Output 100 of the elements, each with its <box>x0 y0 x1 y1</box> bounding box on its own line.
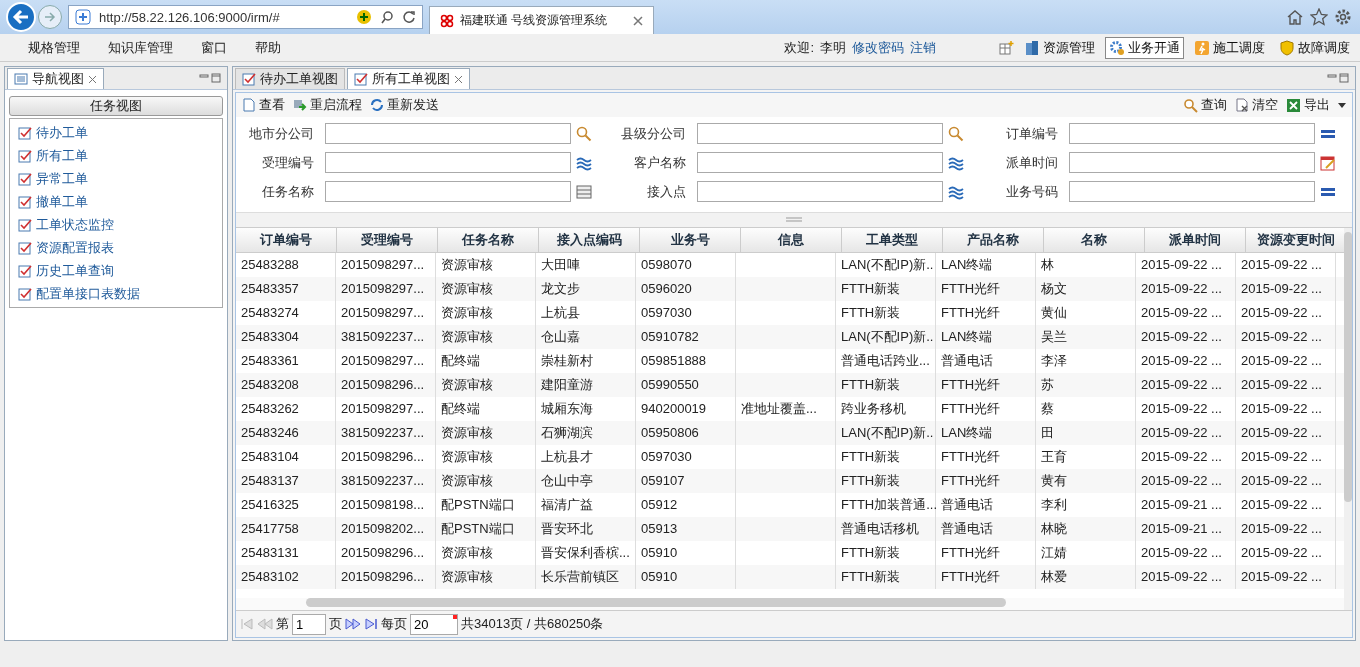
page-size-input[interactable]: 20 <box>410 613 458 635</box>
view-tab[interactable]: 所有工单视图 <box>347 68 470 89</box>
input-field[interactable] <box>1069 181 1315 202</box>
column-header[interactable]: 订单编号 <box>236 228 337 252</box>
scrollbar-thumb[interactable] <box>306 598 1006 607</box>
document-icon <box>1235 98 1249 112</box>
column-header[interactable]: 接入点编码 <box>539 228 640 252</box>
action-button[interactable]: 导出 <box>1286 96 1330 114</box>
table-cell: FTTH新装 <box>841 545 901 560</box>
input-field[interactable] <box>697 181 943 202</box>
input-field[interactable] <box>697 123 943 144</box>
nav-item[interactable]: 待办工单 <box>10 121 222 144</box>
table-cell: 0597030 <box>641 305 692 320</box>
table-cell: 25483361 <box>241 353 299 368</box>
table-cell: FTTH加装普通... <box>841 497 938 512</box>
settings-icon[interactable] <box>1334 8 1352 26</box>
table-cell: LAN(不配IP)新.. <box>841 257 934 272</box>
menu-item[interactable]: 帮助 <box>255 38 281 57</box>
column-header[interactable]: 工单类型 <box>842 228 943 252</box>
maximize-icon[interactable] <box>1339 73 1349 83</box>
table-cell: 仓山嘉 <box>541 329 580 344</box>
refresh-icon[interactable] <box>402 10 416 24</box>
toolbar-button[interactable]: 重启流程 <box>293 96 362 114</box>
panel-tab[interactable]: 导航视图 <box>7 68 104 89</box>
scrollbar-thumb[interactable] <box>1344 232 1352 502</box>
input-field[interactable] <box>325 152 571 173</box>
caret-icon[interactable] <box>1338 101 1346 109</box>
first-page-icon[interactable] <box>240 618 254 630</box>
section-header[interactable]: 任务视图 <box>9 96 223 116</box>
table-cell: LAN(不配IP)新.. <box>841 425 934 440</box>
close-icon[interactable] <box>88 74 97 84</box>
column-header[interactable]: 名称 <box>1044 228 1145 252</box>
search-icon[interactable] <box>380 10 394 24</box>
toolbar-button[interactable]: 查看 <box>242 96 285 114</box>
column-header[interactable]: 产品名称 <box>943 228 1044 252</box>
last-page-icon[interactable] <box>364 618 378 630</box>
previous-page-icon[interactable] <box>257 618 273 630</box>
page-input[interactable]: 1 <box>292 613 326 635</box>
table-cell: 龙文步 <box>541 281 580 296</box>
table-cell: 3815092237... <box>341 425 425 440</box>
module-button[interactable]: 故障调度 <box>1275 36 1354 59</box>
table-cell: 2015-09-22 ... <box>1241 329 1322 344</box>
table-cell: 石狮湖滨 <box>541 425 593 440</box>
table-cell: 25483357 <box>241 281 299 296</box>
table-cell: 2015-09-21 ... <box>1141 497 1222 512</box>
nav-item[interactable]: 历史工单查询 <box>10 259 222 282</box>
user-link[interactable]: 注销 <box>910 38 936 57</box>
close-icon[interactable] <box>633 15 643 26</box>
menu-item[interactable]: 窗口 <box>201 38 227 57</box>
column-header[interactable]: 信息 <box>741 228 842 252</box>
layout-icon[interactable] <box>998 39 1014 56</box>
table-icon[interactable] <box>576 183 592 200</box>
action-button[interactable]: 查询 <box>1183 96 1227 114</box>
nav-item[interactable]: 资源配置报表 <box>10 236 222 259</box>
shield-icon <box>75 9 91 25</box>
user-link[interactable]: 修改密码 <box>852 38 904 57</box>
menu-item[interactable]: 知识库管理 <box>108 38 173 57</box>
home-icon[interactable] <box>1286 8 1304 26</box>
back-button[interactable] <box>6 2 36 32</box>
module-button[interactable]: 施工调度 <box>1190 36 1269 59</box>
module-button[interactable]: 资源管理 <box>1020 36 1099 59</box>
arrow-icon <box>293 98 307 112</box>
action-button[interactable]: 清空 <box>1235 96 1278 114</box>
input-field[interactable] <box>1069 152 1315 173</box>
input-field[interactable] <box>1069 123 1315 144</box>
column-header[interactable]: 任务名称 <box>438 228 539 252</box>
calendar-icon[interactable] <box>1320 154 1336 171</box>
input-field[interactable] <box>325 123 571 144</box>
browser-tab[interactable]: 福建联通 号线资源管理系统 <box>429 6 654 34</box>
maximize-icon[interactable] <box>211 73 221 83</box>
close-icon[interactable] <box>454 74 463 84</box>
table-cell: 2015-09-22 ... <box>1141 425 1222 440</box>
search-icon <box>1183 97 1198 113</box>
table-cell: 江婧 <box>1041 545 1067 560</box>
table-cell: 2015-09-22 ... <box>1141 353 1222 368</box>
input-field[interactable] <box>325 181 571 202</box>
column-header[interactable]: 派单时间 <box>1145 228 1246 252</box>
input-field[interactable] <box>697 152 943 173</box>
checklist-icon <box>354 72 368 86</box>
nav-item[interactable]: 配置单接口表数据 <box>10 282 222 305</box>
forward-button[interactable] <box>38 5 62 29</box>
nav-item[interactable]: 撤单工单 <box>10 190 222 213</box>
table-cell: 资源审核 <box>441 425 493 440</box>
address-bar[interactable]: http://58.22.126.106:9000/irm/# <box>68 5 423 29</box>
column-header[interactable]: 受理编号 <box>337 228 438 252</box>
table-cell: 资源审核 <box>441 281 493 296</box>
nav-item[interactable]: 工单状态监控 <box>10 213 222 236</box>
user-name: 李明 <box>820 38 846 57</box>
grip-icon[interactable] <box>786 217 802 223</box>
star-icon[interactable] <box>1310 8 1328 26</box>
menu-item[interactable]: 规格管理 <box>28 38 80 57</box>
pager-label: 页 <box>329 615 342 633</box>
nav-item[interactable]: 异常工单 <box>10 167 222 190</box>
column-header[interactable]: 业务号 <box>640 228 741 252</box>
view-tab[interactable]: 待办工单视图 <box>235 68 345 89</box>
nav-item[interactable]: 所有工单 <box>10 144 222 167</box>
toolbar-button[interactable]: 重新发送 <box>370 96 439 114</box>
module-button[interactable]: 业务开通 <box>1105 36 1184 59</box>
next-page-icon[interactable] <box>345 618 361 630</box>
plus-icon[interactable] <box>356 9 372 25</box>
